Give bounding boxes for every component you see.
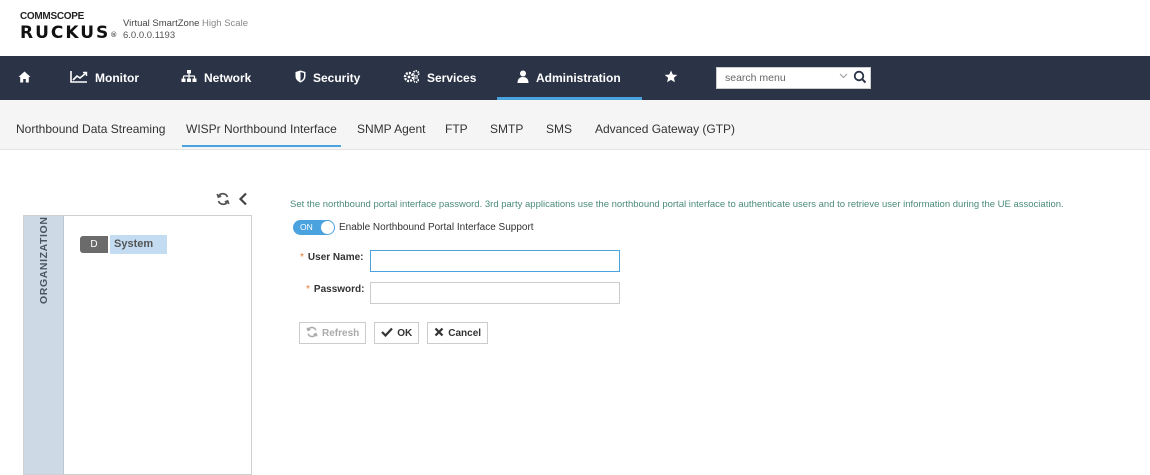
favorites-button[interactable] xyxy=(664,56,678,100)
required-marker: * xyxy=(300,252,304,263)
chevron-down-icon[interactable] xyxy=(839,71,848,82)
password-row: * Password: xyxy=(300,282,620,304)
enable-toggle-row: ON Enable Northbound Portal Interface Su… xyxy=(293,220,534,235)
password-label: Password: xyxy=(313,284,365,295)
tab-advanced-gateway-gtp[interactable]: Advanced Gateway (GTP) xyxy=(595,100,735,150)
refresh-tree-icon[interactable] xyxy=(216,192,230,211)
organization-tab[interactable]: ORGANIZATION xyxy=(24,216,64,474)
registered-mark: ® xyxy=(110,31,118,39)
nav-network[interactable]: Network xyxy=(181,56,251,100)
username-label: User Name: xyxy=(307,252,364,263)
organization-panel: ORGANIZATION D System xyxy=(23,215,252,475)
home-button[interactable] xyxy=(18,56,31,100)
toggle-knob xyxy=(321,221,334,234)
cancel-button-label: Cancel xyxy=(448,327,482,339)
organization-tab-label: ORGANIZATION xyxy=(38,216,50,305)
user-icon xyxy=(517,70,529,86)
search-menu xyxy=(716,67,871,89)
ruckus-logo: COMMSCOPE RUCKUS® xyxy=(20,11,117,44)
tab-snmp-agent[interactable]: SNMP Agent xyxy=(357,100,425,150)
product-tier: High Scale xyxy=(202,18,248,29)
username-input[interactable] xyxy=(370,250,620,272)
panel-tools xyxy=(216,192,248,211)
toggle-label: Enable Northbound Portal Interface Suppo… xyxy=(339,222,534,233)
search-icon[interactable] xyxy=(853,69,867,90)
required-marker: * xyxy=(306,284,310,295)
commscope-wordmark: COMMSCOPE xyxy=(20,11,84,22)
nav-services-label: Services xyxy=(427,71,477,85)
domain-badge: D xyxy=(80,236,108,253)
collapse-panel-icon[interactable] xyxy=(238,192,248,211)
tree-node-system[interactable]: D System xyxy=(80,235,168,254)
tab-ftp[interactable]: FTP xyxy=(445,100,468,150)
main-navigation: Monitor Network Security Services Admini… xyxy=(0,56,1150,100)
nav-administration-label: Administration xyxy=(536,71,621,85)
cancel-button[interactable]: Cancel xyxy=(427,322,489,344)
nav-services[interactable]: Services xyxy=(403,56,476,100)
chart-line-icon xyxy=(70,70,88,86)
home-icon xyxy=(18,71,31,86)
nav-monitor[interactable]: Monitor xyxy=(70,56,139,100)
close-icon xyxy=(434,327,444,340)
ok-button[interactable]: OK xyxy=(374,322,420,344)
product-name: Virtual SmartZone xyxy=(123,18,200,29)
enable-northbound-toggle[interactable]: ON xyxy=(293,220,335,235)
tab-wispr-northbound-interface[interactable]: WISPr Northbound Interface xyxy=(182,100,341,150)
cogs-icon xyxy=(403,70,420,86)
nav-network-label: Network xyxy=(204,71,252,85)
product-info: Virtual SmartZone High Scale 6.0.0.0.119… xyxy=(123,18,248,42)
admin-subnav: Northbound Data Streaming WISPr Northbou… xyxy=(0,100,1150,150)
ruckus-wordmark: RUCKUS® xyxy=(20,23,117,43)
nav-security[interactable]: Security xyxy=(295,56,360,100)
network-icon xyxy=(181,70,197,86)
username-row: * User Name: xyxy=(300,250,620,272)
nav-security-label: Security xyxy=(313,71,361,85)
nav-administration[interactable]: Administration xyxy=(497,56,642,100)
ruckus-text: RUCKUS xyxy=(20,23,111,43)
search-input[interactable] xyxy=(717,68,835,88)
password-input[interactable] xyxy=(370,282,620,304)
refresh-button[interactable]: Refresh xyxy=(299,322,367,344)
tab-northbound-data-streaming[interactable]: Northbound Data Streaming xyxy=(16,100,165,150)
shield-icon xyxy=(295,70,306,86)
page-description: Set the northbound portal interface pass… xyxy=(290,199,1064,210)
refresh-icon xyxy=(306,326,318,341)
tab-smtp[interactable]: SMTP xyxy=(490,100,523,150)
ok-button-label: OK xyxy=(397,327,413,339)
form-actions: Refresh OK Cancel xyxy=(299,322,489,344)
star-icon xyxy=(664,70,678,86)
product-version: 6.0.0.0.1193 xyxy=(123,30,176,41)
tab-sms[interactable]: SMS xyxy=(546,100,572,150)
app-header: COMMSCOPE RUCKUS® Virtual SmartZone High… xyxy=(0,0,1150,56)
tree-node-label: System xyxy=(110,235,168,254)
refresh-button-label: Refresh xyxy=(322,327,360,339)
nav-monitor-label: Monitor xyxy=(95,71,139,85)
checkmark-icon xyxy=(381,327,394,340)
toggle-state-label: ON xyxy=(300,222,313,232)
